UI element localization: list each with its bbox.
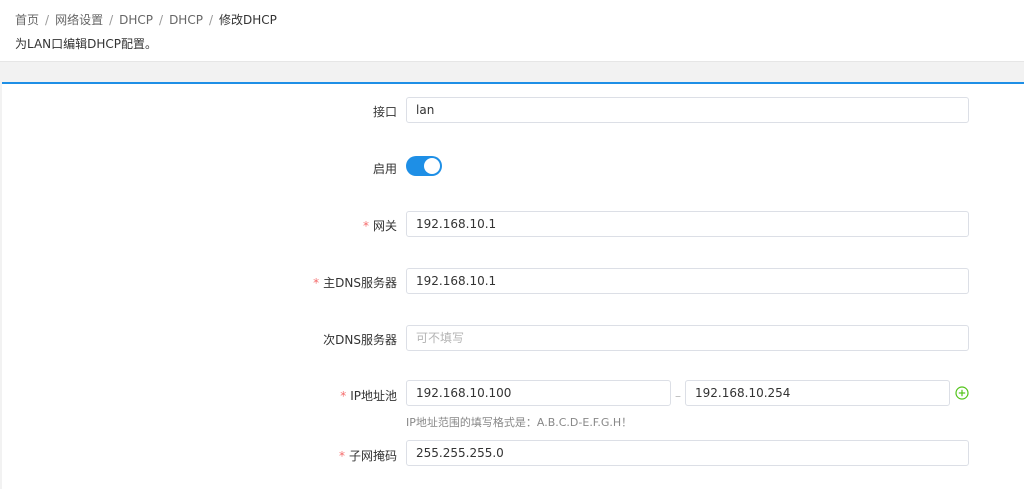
page-description: 为LAN口编辑DHCP配置。: [15, 37, 158, 51]
breadcrumb-item-home[interactable]: 首页: [15, 13, 39, 27]
breadcrumb-item-network[interactable]: 网络设置: [55, 13, 103, 27]
required-marker: *: [340, 389, 347, 403]
required-marker: *: [362, 219, 369, 233]
ip-pool-label: * IP地址池: [340, 389, 397, 403]
netmask-label: * 子网掩码: [338, 449, 397, 463]
required-marker: *: [338, 449, 345, 463]
add-circle-icon[interactable]: [955, 386, 969, 400]
breadcrumb-separator: /: [45, 13, 50, 27]
interface-label: 接口: [372, 105, 397, 119]
enabled-label: 启用: [372, 162, 397, 176]
toggle-knob: [424, 158, 440, 174]
ip-pool-start-input[interactable]: 192.168.10.100: [406, 380, 671, 406]
secondary-dns-label: 次DNS服务器: [323, 333, 397, 347]
breadcrumb-separator: /: [109, 13, 114, 27]
breadcrumb-current: 修改DHCP: [219, 13, 277, 27]
primary-dns-input[interactable]: 192.168.10.1: [406, 268, 969, 294]
interface-input[interactable]: lan: [406, 97, 969, 123]
ip-pool-hint: IP地址范围的填写格式是：A.B.C.D-E.F.G.H！: [406, 416, 633, 429]
breadcrumb: 首页 / 网络设置 / DHCP / DHCP / 修改DHCP: [15, 11, 277, 28]
gateway-label: * 网关: [362, 219, 397, 233]
enabled-toggle[interactable]: [406, 156, 442, 176]
page-header: 首页 / 网络设置 / DHCP / DHCP / 修改DHCP 为LAN口编辑DHCP配置。: [0, 0, 1024, 62]
breadcrumb-separator: /: [208, 13, 213, 27]
netmask-input[interactable]: 255.255.255.0: [406, 440, 969, 466]
primary-dns-label: * 主DNS服务器: [313, 276, 397, 290]
breadcrumb-item-dhcp[interactable]: DHCP: [119, 13, 153, 27]
secondary-dns-input[interactable]: 可不填写: [406, 325, 969, 351]
breadcrumb-item-dhcp-sub[interactable]: DHCP: [169, 13, 203, 27]
required-marker: *: [313, 276, 320, 290]
ip-pool-end-input[interactable]: 192.168.10.254: [685, 380, 950, 406]
range-separator: –: [675, 389, 681, 403]
gateway-input[interactable]: 192.168.10.1: [406, 211, 969, 237]
breadcrumb-separator: /: [159, 13, 164, 27]
